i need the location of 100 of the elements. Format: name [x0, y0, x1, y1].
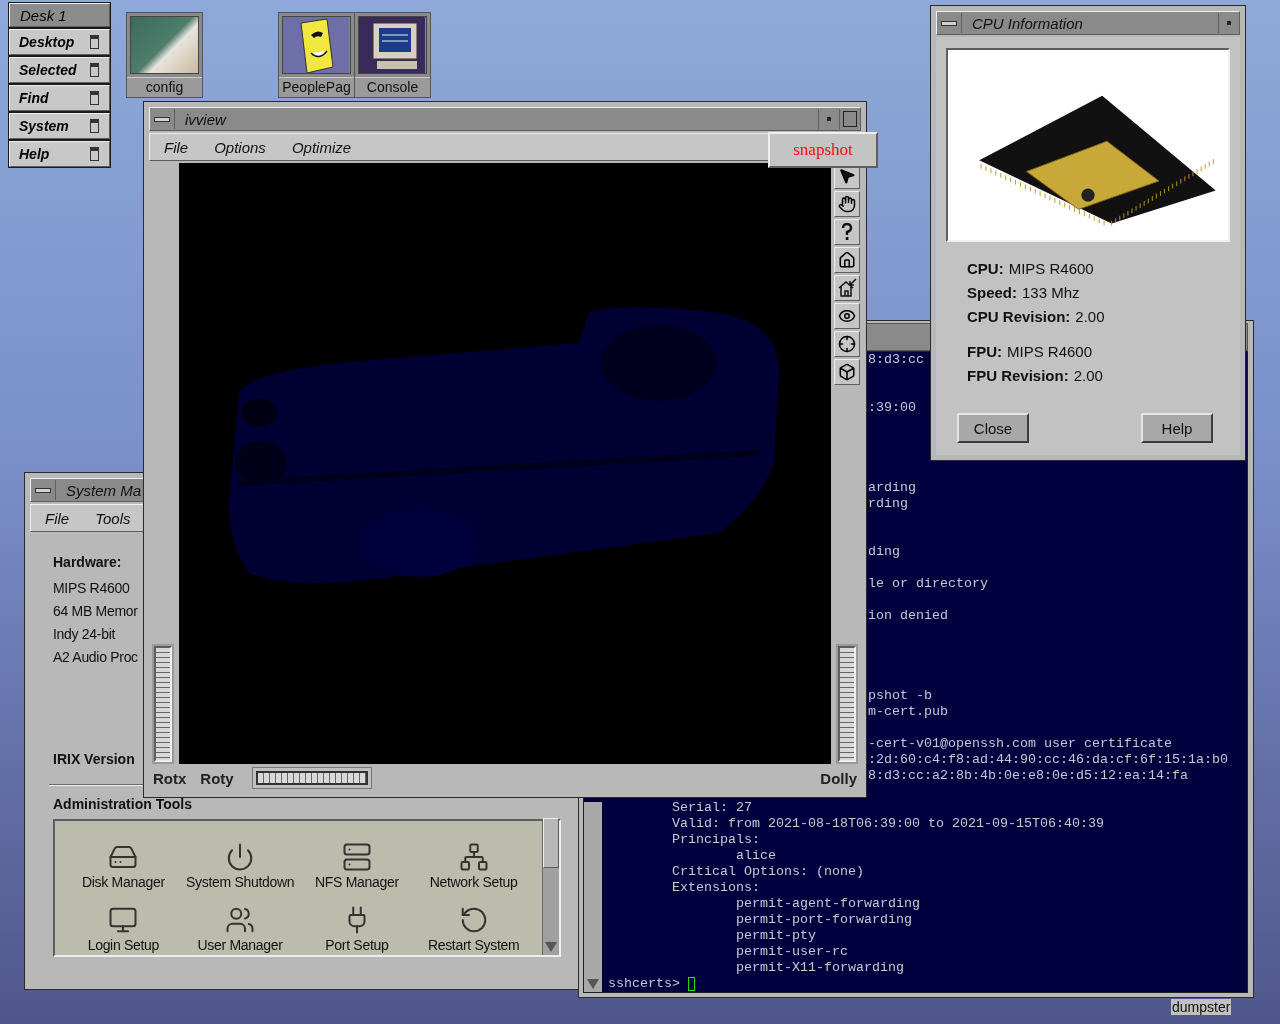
- scroll-thumb[interactable]: [543, 818, 559, 868]
- hardware-line: 64 MB Memor: [53, 603, 139, 619]
- hardware-line: Indy 24-bit: [53, 626, 117, 642]
- menu-item[interactable]: Optimize: [291, 138, 352, 156]
- desktop-icon[interactable]: PeoplePag: [278, 12, 355, 98]
- desk-menu-item[interactable]: Find: [9, 85, 110, 111]
- tool-item[interactable]: Login Setup: [65, 892, 182, 955]
- wheel-label: Rotx: [153, 769, 187, 787]
- hand-icon: [838, 195, 856, 213]
- terminal-line: permit-X11-forwarding: [736, 960, 904, 976]
- section-heading: IRIX Version: [53, 751, 136, 767]
- menu-item[interactable]: Tools: [95, 509, 131, 527]
- help-tool-button[interactable]: [834, 219, 860, 245]
- house-icon: [838, 251, 856, 269]
- window-title: System Ma: [66, 481, 142, 499]
- desk-title: Desk 1: [9, 3, 110, 27]
- terminal-line: permit-port-forwarding: [736, 912, 912, 928]
- phone-book-icon: [283, 17, 349, 73]
- info-line: CPU Revision: 2.00: [967, 308, 1106, 325]
- terminal-line: Extensions:: [672, 880, 760, 896]
- tool-item[interactable]: Port Setup: [298, 892, 416, 955]
- desktop-icon[interactable]: Console: [354, 12, 431, 98]
- hardware-line: MIPS R4600: [53, 580, 131, 596]
- drawer-icon: [90, 119, 99, 133]
- menu-item[interactable]: File: [164, 138, 189, 156]
- tool-item[interactable]: Disk Manager: [65, 829, 182, 892]
- scroll-down-icon[interactable]: [545, 942, 557, 952]
- terminal-line: Principals:: [672, 832, 760, 848]
- desk-menu-item[interactable]: Help: [9, 141, 110, 167]
- drawer-icon: [90, 35, 99, 49]
- tool-item[interactable]: User Manager: [181, 892, 299, 955]
- thumbwheel[interactable]: [838, 646, 856, 762]
- terminal-line: m-cert.pub: [868, 704, 948, 720]
- scrollbar[interactable]: [584, 802, 602, 992]
- tool-item[interactable]: Network Setup: [415, 829, 532, 892]
- scrollbar[interactable]: [542, 821, 559, 955]
- terminal-line: rding: [868, 496, 908, 512]
- terminal-line: Serial: 27: [672, 800, 752, 816]
- terminal-line: arding: [868, 480, 916, 496]
- terminal-line: Valid: from 2021-08-18T06:39:00 to 2021-09-15T06:40:39: [672, 816, 1104, 832]
- info-line: Speed: 133 Mhz: [967, 284, 1081, 301]
- photo-placeholder: [131, 17, 198, 73]
- wheel-label: Dolly: [820, 769, 857, 787]
- push-button[interactable]: Help: [1141, 413, 1213, 443]
- text-cursor: [688, 977, 695, 991]
- desk-menu-item[interactable]: Selected: [9, 57, 110, 83]
- hand-tool-button[interactable]: [834, 191, 860, 217]
- drawer-icon: [90, 147, 99, 161]
- terminal-line: alice: [736, 848, 776, 864]
- wheel-label: Roty: [200, 769, 234, 787]
- house-arrow-icon: [837, 278, 857, 298]
- drawer-icon: [90, 63, 99, 77]
- terminal-line: ding: [868, 544, 900, 560]
- tool-item[interactable]: NFS Manager: [298, 829, 416, 892]
- hardware-line: A2 Audio Proc: [53, 649, 139, 665]
- window-title: ivview: [185, 110, 228, 128]
- seek-tool-button[interactable]: [834, 331, 860, 357]
- tool-item[interactable]: System Shutdown: [181, 829, 299, 892]
- icon-label: PeoplePag: [279, 77, 354, 97]
- push-button[interactable]: Close: [957, 413, 1029, 443]
- desk-menu-item[interactable]: System: [9, 113, 110, 139]
- cube-icon: [838, 363, 856, 381]
- info-line: CPU: MIPS R4600: [967, 260, 1095, 277]
- terminal-line: permit-pty: [736, 928, 816, 944]
- server-icon: [341, 842, 372, 872]
- crosshair-icon: [838, 335, 856, 353]
- terminal-line: ion denied: [868, 608, 948, 624]
- monitor-icon: [108, 905, 139, 935]
- window-title: CPU Information: [972, 14, 1084, 32]
- desktop-icon[interactable]: config: [126, 12, 203, 98]
- terminal-line: 8:d3:cc: [868, 352, 924, 368]
- icon-label: Console: [355, 77, 430, 97]
- view-tool-button[interactable]: [834, 303, 860, 329]
- terminal-line: pshot -b: [868, 688, 932, 704]
- desk-menu-item[interactable]: Desktop: [9, 29, 110, 55]
- icon-label: dumpster: [1171, 999, 1232, 1015]
- info-line: FPU Revision: 2.00: [967, 367, 1104, 384]
- terminal-line: Critical Options: (none): [672, 864, 864, 880]
- terminal-line: permit-user-rc: [736, 944, 848, 960]
- eye-icon: [838, 307, 856, 325]
- terminal-line: :2d:60:c4:f8:ad:44:90:cc:46:da:cf:6f:15:1a:b0: [868, 752, 1228, 768]
- icon-label: config: [127, 77, 202, 97]
- section-heading: Administration Tools: [53, 796, 193, 812]
- thumbwheel[interactable]: [154, 646, 172, 762]
- network-icon: [458, 842, 489, 872]
- set-home-tool-button[interactable]: [834, 275, 860, 301]
- menu-item[interactable]: Options: [214, 138, 266, 156]
- section-heading: Hardware:: [53, 554, 123, 570]
- camera-tool-button[interactable]: [834, 359, 860, 385]
- drawer-icon: [90, 91, 99, 105]
- tool-item[interactable]: Restart System: [415, 892, 532, 955]
- menu-item[interactable]: File: [45, 509, 70, 527]
- terminal-line: 8:d3:cc:a2:8b:4b:0e:e8:0e:d5:12:ea:14:fa: [868, 768, 1188, 784]
- home-tool-button[interactable]: [834, 247, 860, 273]
- users-icon: [225, 905, 256, 935]
- info-line: FPU: MIPS R4600: [967, 343, 1094, 360]
- maximize-button[interactable]: [839, 109, 860, 129]
- question-icon: [841, 223, 853, 241]
- terminal-line: -cert-v01@openssh.com user certificate: [868, 736, 1172, 752]
- shell-prompt: sshcerts>: [608, 976, 680, 992]
